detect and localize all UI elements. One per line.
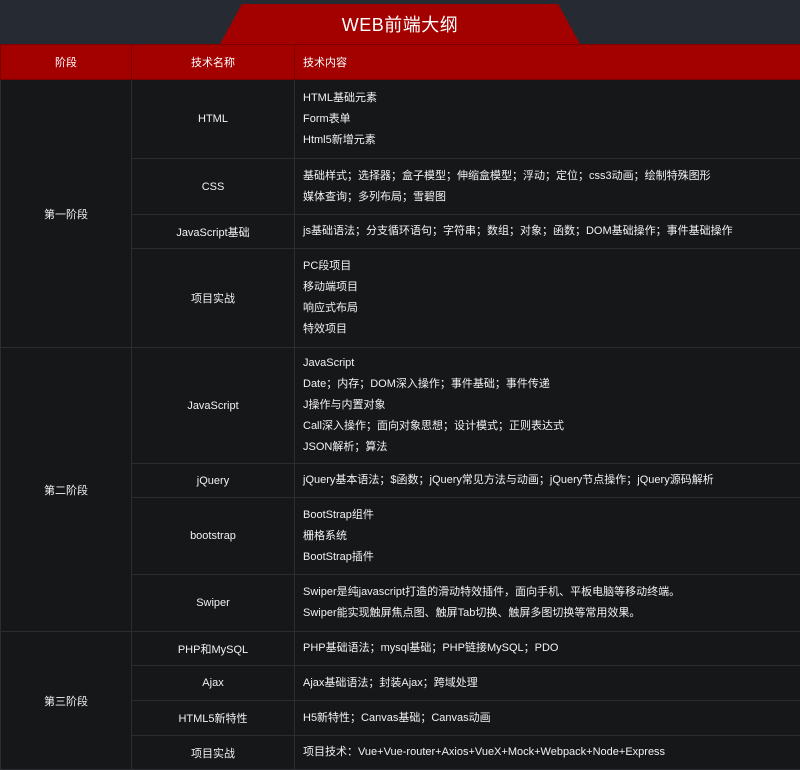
header-stage: 阶段 — [1, 45, 132, 80]
tech-name-cell: bootstrap — [132, 498, 295, 575]
content-line: Form表单 — [303, 109, 792, 130]
tech-name-cell: 项目实战 — [132, 736, 295, 770]
table-body: 第一阶段HTMLHTML基础元素Form表单Html5新增元素CSS基础样式；选… — [1, 80, 800, 770]
content-line: Swiper是纯javascript打造的滑动特效插件，面向手机、平板电脑等移动… — [303, 582, 792, 603]
tech-content-cell: JavaScriptDate；内存；DOM深入操作；事件基础；事件传递J操作与内… — [295, 348, 800, 464]
tech-content-cell: js基础语法；分支循环语句；字符串；数组；对象；函数；DOM基础操作；事件基础操… — [295, 215, 800, 249]
content-line: BootStrap组件 — [303, 505, 792, 526]
content-line: 特效项目 — [303, 319, 792, 340]
content-line: Call深入操作；面向对象思想；设计模式；正则表达式 — [303, 416, 792, 437]
table-header-row: 阶段 技术名称 技术内容 — [1, 45, 800, 80]
header-content: 技术内容 — [295, 45, 800, 80]
stage-cell: 第二阶段 — [1, 348, 132, 632]
content-line: Date；内存；DOM深入操作；事件基础；事件传递 — [303, 374, 792, 395]
content-line: 响应式布局 — [303, 298, 792, 319]
table-row: 第三阶段PHP和MySQLPHP基础语法；mysql基础；PHP链接MySQL；… — [1, 632, 800, 666]
header-tech: 技术名称 — [132, 45, 295, 80]
content-line: jQuery基本语法；$函数；jQuery常见方法与动画；jQuery节点操作；… — [303, 470, 792, 491]
tech-content-cell: PHP基础语法；mysql基础；PHP链接MySQL；PDO — [295, 632, 800, 666]
table-row: 第一阶段HTMLHTML基础元素Form表单Html5新增元素 — [1, 80, 800, 159]
tech-name-cell: CSS — [132, 159, 295, 215]
table-row: 第二阶段JavaScriptJavaScriptDate；内存；DOM深入操作；… — [1, 348, 800, 464]
tech-name-cell: jQuery — [132, 464, 295, 498]
tech-content-cell: Ajax基础语法；封装Ajax；跨域处理 — [295, 666, 800, 701]
tech-name-cell: 项目实战 — [132, 249, 295, 348]
content-line: 基础样式；选择器；盒子模型；伸缩盒模型；浮动；定位；css3动画；绘制特殊图形 — [303, 166, 792, 187]
content-line: PC段项目 — [303, 256, 792, 277]
tech-content-cell: 基础样式；选择器；盒子模型；伸缩盒模型；浮动；定位；css3动画；绘制特殊图形媒… — [295, 159, 800, 215]
page-title: WEB前端大纲 — [220, 4, 580, 44]
content-line: J操作与内置对象 — [303, 395, 792, 416]
content-line: PHP基础语法；mysql基础；PHP链接MySQL；PDO — [303, 638, 792, 659]
syllabus-page: WEB前端大纲 阶段 技术名称 技术内容 第一阶段HTMLHTML基础元素For… — [0, 0, 800, 759]
content-line: Ajax基础语法；封装Ajax；跨域处理 — [303, 673, 792, 694]
content-line: Html5新增元素 — [303, 130, 792, 151]
stage-cell: 第一阶段 — [1, 80, 132, 348]
content-line: HTML基础元素 — [303, 88, 792, 109]
content-line: Swiper能实现触屏焦点图、触屏Tab切换、触屏多图切换等常用效果。 — [303, 603, 792, 624]
content-line: JavaScript — [303, 353, 792, 374]
content-line: H5新特性；Canvas基础；Canvas动画 — [303, 708, 792, 729]
syllabus-table: 阶段 技术名称 技术内容 第一阶段HTMLHTML基础元素Form表单Html5… — [0, 44, 800, 770]
tech-name-cell: HTML5新特性 — [132, 701, 295, 736]
content-line: 媒体查询；多列布局；雪碧图 — [303, 187, 792, 208]
tech-name-cell: JavaScript — [132, 348, 295, 464]
tech-name-cell: JavaScript基础 — [132, 215, 295, 249]
tech-content-cell: Swiper是纯javascript打造的滑动特效插件，面向手机、平板电脑等移动… — [295, 575, 800, 632]
content-line: 移动端项目 — [303, 277, 792, 298]
content-line: JSON解析；算法 — [303, 437, 792, 458]
content-line: js基础语法；分支循环语句；字符串；数组；对象；函数；DOM基础操作；事件基础操… — [303, 221, 792, 242]
tech-content-cell: BootStrap组件栅格系统BootStrap插件 — [295, 498, 800, 575]
tech-name-cell: Ajax — [132, 666, 295, 701]
tech-name-cell: PHP和MySQL — [132, 632, 295, 666]
tech-content-cell: PC段项目移动端项目响应式布局特效项目 — [295, 249, 800, 348]
tech-content-cell: HTML基础元素Form表单Html5新增元素 — [295, 80, 800, 159]
tech-content-cell: jQuery基本语法；$函数；jQuery常见方法与动画；jQuery节点操作；… — [295, 464, 800, 498]
tech-name-cell: HTML — [132, 80, 295, 159]
stage-cell: 第三阶段 — [1, 632, 132, 770]
content-line: 栅格系统 — [303, 526, 792, 547]
content-line: BootStrap插件 — [303, 547, 792, 568]
tech-name-cell: Swiper — [132, 575, 295, 632]
content-line: 项目技术：Vue+Vue-router+Axios+VueX+Mock+Webp… — [303, 742, 792, 763]
tech-content-cell: H5新特性；Canvas基础；Canvas动画 — [295, 701, 800, 736]
tech-content-cell: 项目技术：Vue+Vue-router+Axios+VueX+Mock+Webp… — [295, 736, 800, 770]
